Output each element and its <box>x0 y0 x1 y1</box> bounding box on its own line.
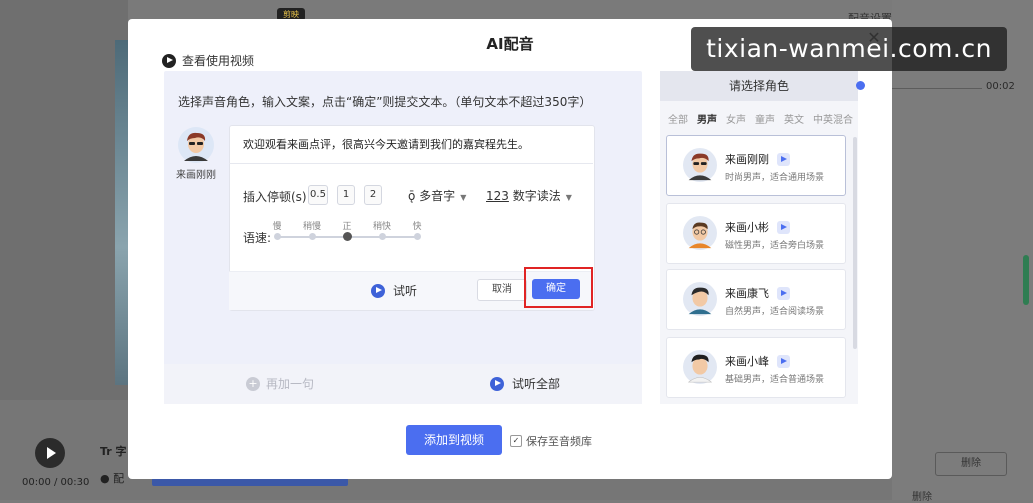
voice-name: 来画小彬 <box>725 221 769 234</box>
voice-name: 来画康飞 <box>725 287 769 300</box>
pause-option-1[interactable]: 1 <box>337 185 355 205</box>
confirm-highlight-box <box>524 267 593 308</box>
speed-option-label: 快 <box>412 222 422 232</box>
checkbox-checked-icon: ✓ <box>510 435 522 447</box>
background-subtitle-track-label: Tr 字 <box>100 445 127 458</box>
play-icon[interactable] <box>777 220 790 234</box>
selected-voice-avatar <box>174 127 218 166</box>
background-time-readout: 00:00 / 00:30 <box>22 477 90 488</box>
listen-button[interactable]: 试听 <box>371 282 417 299</box>
listen-all-label: 试听全部 <box>512 377 561 391</box>
number-reading-label: 数字读法 <box>512 189 561 203</box>
avatar <box>683 350 717 384</box>
voice-item[interactable]: 来画小峰 基础男声，适合普通场景 <box>666 337 846 398</box>
watermark: tixian-wanmei.com.cn <box>691 27 1007 71</box>
voice-description: 磁性男声，适合旁白场景 <box>725 241 825 251</box>
speed-option-dot[interactable] <box>309 233 316 240</box>
tab-female[interactable]: 女声 <box>726 111 746 126</box>
play-circle-icon <box>162 53 176 68</box>
add-segment-button[interactable]: + 再加一句 <box>246 375 314 392</box>
speed-option-label: 慢 <box>272 222 282 232</box>
play-circle-icon <box>371 283 385 298</box>
speed-slider-thumb[interactable] <box>343 232 352 241</box>
howto-video-link[interactable]: 查看使用视频 <box>162 52 254 69</box>
background-right-panel <box>892 0 1033 500</box>
voice-item[interactable]: 来画刚刚 时尚男声，适合通用场景 <box>666 135 846 196</box>
pause-option-2[interactable]: 2 <box>364 185 382 205</box>
selected-voice-name: 来画刚刚 <box>176 170 216 181</box>
voice-list-header: 请选择角色 <box>660 71 858 101</box>
voice-name: 来画小峰 <box>725 355 769 368</box>
voice-item[interactable]: 来画小彬 磁性男声，适合旁白场景 <box>666 203 846 264</box>
voice-description: 自然男声，适合阅读场景 <box>725 307 825 317</box>
tab-english[interactable]: 英文 <box>784 111 804 126</box>
voice-name: 来画刚刚 <box>725 153 769 166</box>
save-to-library-checkbox[interactable]: ✓ 保存至音频库 <box>510 433 592 449</box>
background-dub-track-label: ● 配 <box>100 472 125 485</box>
number-reading-dropdown[interactable]: 123 数字读法 ▼ <box>486 187 572 204</box>
voice-list-scrollbar[interactable] <box>853 137 857 349</box>
instruction-text: 选择声音角色，输入文案，点击“确定”则提交文本。（单句文本不超过350字） <box>178 95 592 109</box>
voice-description: 时尚男声，适合通用场景 <box>725 173 825 183</box>
background-video-preview <box>115 40 129 385</box>
caret-down-icon: ▼ <box>565 193 572 202</box>
listen-all-button[interactable]: 试听全部 <box>490 375 560 392</box>
divider <box>229 163 593 164</box>
speed-option-dot[interactable] <box>274 233 281 240</box>
segment-actions-row <box>164 364 642 404</box>
plus-icon: + <box>246 376 260 391</box>
speed-option-label: 正 <box>342 222 352 232</box>
insert-pause-label: 插入停顿(s) <box>243 190 307 204</box>
cancel-button[interactable]: 取消 <box>477 279 527 301</box>
save-to-library-label: 保存至音频库 <box>526 435 592 448</box>
tab-child[interactable]: 童声 <box>755 111 775 126</box>
status-dot-icon <box>856 81 865 90</box>
add-to-video-button[interactable]: 添加到视频 <box>406 425 502 455</box>
play-icon[interactable] <box>777 152 790 166</box>
background-delete-button[interactable]: 删除 <box>935 452 1007 476</box>
pause-option-0-5[interactable]: 0.5 <box>308 185 328 205</box>
howto-label: 查看使用视频 <box>182 54 255 68</box>
play-icon[interactable] <box>777 286 790 300</box>
speed-option-label: 稍慢 <box>302 222 321 232</box>
avatar <box>683 148 717 182</box>
voice-item[interactable]: 来画康飞 自然男声，适合阅读场景 <box>666 269 846 330</box>
tab-male[interactable]: 男声 <box>697 111 717 126</box>
speed-option-dot[interactable] <box>414 233 421 240</box>
number-icon: 123 <box>486 189 509 203</box>
speed-option-dot[interactable] <box>379 233 386 240</box>
caret-down-icon: ▼ <box>460 193 467 202</box>
listen-label: 试听 <box>393 284 418 298</box>
background-scrollbar[interactable] <box>1023 255 1029 305</box>
background-delete-link[interactable]: 删除 <box>912 488 932 503</box>
tab-mixed[interactable]: 中英混合 <box>813 111 853 126</box>
script-text-input[interactable]: 欢迎观看来画点评，很高兴今天邀请到我们的嘉宾程先生。 <box>243 136 529 152</box>
play-icon[interactable] <box>777 354 790 368</box>
avatar <box>683 216 717 250</box>
ai-dubbing-dialog: AI配音 ✕ 查看使用视频 选择声音角色，输入文案，点击“确定”则提交文本。（单… <box>128 19 892 479</box>
background-audio-clip[interactable] <box>152 478 348 486</box>
voice-description: 基础男声，适合普通场景 <box>725 375 825 385</box>
polyphone-label: 多音字 <box>419 189 456 203</box>
avatar <box>683 282 717 316</box>
background-divider <box>892 88 982 89</box>
polyphone-icon: ǭ <box>408 189 416 203</box>
speed-option-label: 稍快 <box>372 222 391 232</box>
background-right-time: 00:02 <box>986 81 1015 92</box>
polyphone-dropdown[interactable]: ǭ 多音字 ▼ <box>408 187 466 204</box>
avatar <box>178 127 214 163</box>
add-segment-label: 再加一句 <box>266 377 315 391</box>
tab-all[interactable]: 全部 <box>668 111 688 126</box>
play-circle-icon <box>490 376 504 391</box>
voice-category-tabs: 全部 男声 女声 童声 英文 中英混合 <box>668 111 853 126</box>
background-play-button[interactable] <box>35 438 65 468</box>
